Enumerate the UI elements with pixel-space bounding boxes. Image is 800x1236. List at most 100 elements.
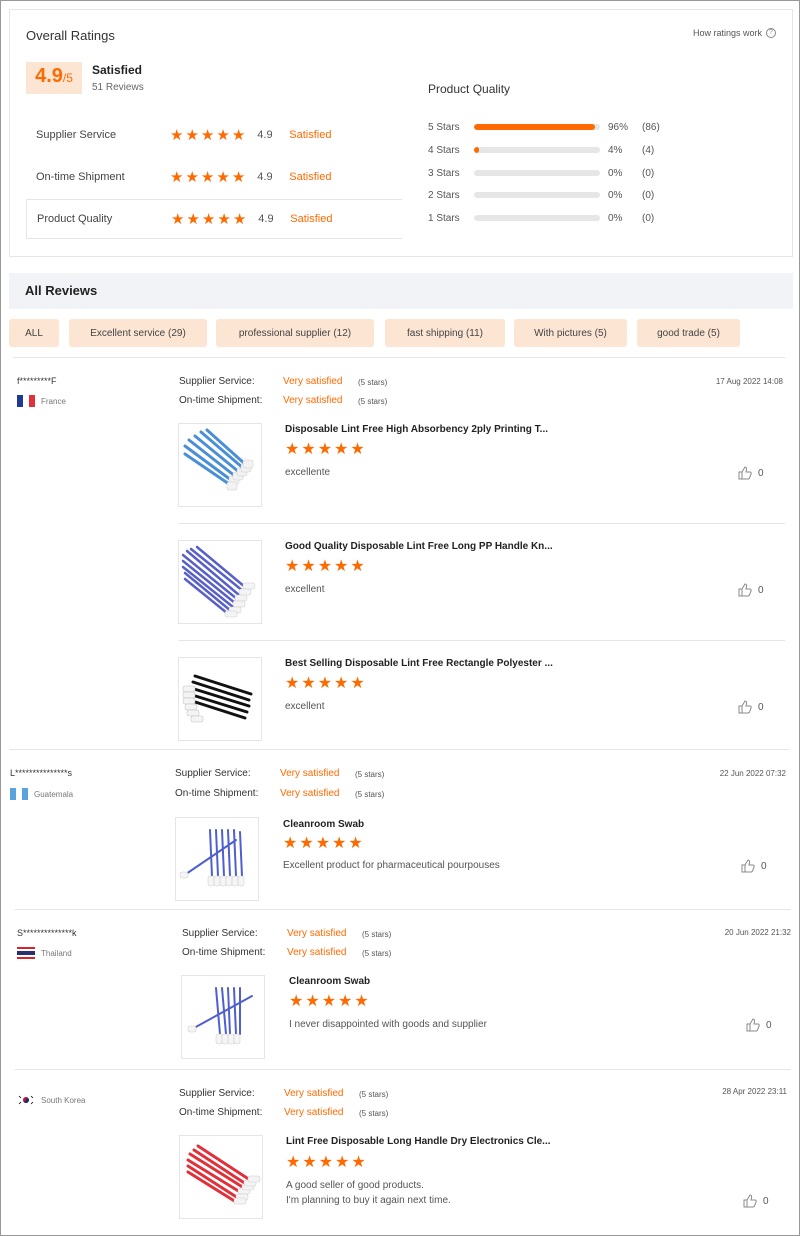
sub-rating-label: Product Quality [37, 213, 113, 225]
filter-chip-excellent-service[interactable]: Excellent service (29) [69, 319, 207, 347]
star-rating: ★ ★ ★ ★ ★ [171, 212, 246, 227]
star-icon: ★ [217, 210, 231, 228]
dist-percent: 0% [608, 167, 623, 179]
star-icon: ★ [334, 675, 349, 692]
overall-label: Satisfied [92, 63, 143, 77]
filter-chip-all[interactable]: ALL [9, 319, 59, 347]
supplier-service-stars: (5 stars) [362, 930, 392, 939]
sub-rating-ontime-shipment[interactable]: On-time Shipment ★ ★ ★ ★ ★ 4.9 Satisfied [26, 157, 402, 197]
product-thumbnail[interactable] [179, 1135, 263, 1219]
thailand-flag-icon [17, 947, 35, 959]
divider [9, 749, 789, 750]
ontime-shipment-value: Very satisfied [283, 395, 343, 406]
question-circle-icon[interactable]: ? [766, 28, 776, 38]
sub-rating-product-quality[interactable]: Product Quality ★ ★ ★ ★ ★ 4.9 Satisfied [26, 199, 402, 239]
review-text: excellent [285, 701, 325, 712]
dist-percent: 0% [608, 189, 623, 201]
supplier-service-label: Supplier Service: [175, 768, 251, 779]
overall-score-badge: 4.9 /5 [26, 62, 82, 94]
thumbs-up-icon[interactable] [738, 700, 752, 714]
country-name: Thailand [41, 948, 72, 958]
distribution-row-1: 1 Stars 0% (0) [428, 211, 654, 225]
review-date: 28 Apr 2022 23:11 [722, 1087, 787, 1096]
thumbs-up-icon[interactable] [738, 583, 752, 597]
star-icon: ★ [285, 558, 300, 575]
reviewer-country: South Korea [17, 1094, 85, 1106]
star-icon: ★ [299, 835, 314, 852]
reviewer-country: Thailand [17, 947, 72, 959]
product-title[interactable]: Good Quality Disposable Lint Free Long P… [285, 541, 553, 552]
divider [13, 357, 785, 358]
divider [179, 640, 785, 641]
swab-image [182, 674, 253, 723]
distribution-row-4: 4 Stars 4% (4) [428, 143, 654, 157]
product-thumbnail[interactable] [175, 817, 259, 901]
product-title[interactable]: Disposable Lint Free High Absorbency 2pl… [285, 424, 548, 435]
product-thumbnail[interactable] [178, 657, 262, 741]
overall-score: 4.9 [35, 65, 63, 87]
ontime-shipment-stars: (5 stars) [358, 397, 388, 406]
dist-label: 2 Stars [428, 189, 460, 201]
thumbs-up-icon[interactable] [743, 1194, 757, 1208]
guatemala-flag-icon [10, 788, 28, 800]
sub-rating-supplier-service[interactable]: Supplier Service ★ ★ ★ ★ ★ 4.9 Satisfied [26, 115, 402, 155]
like-button[interactable]: 0 [738, 466, 764, 480]
star-icon: ★ [185, 126, 199, 144]
like-count: 0 [758, 467, 764, 479]
overall-review-count: 51 Reviews [92, 82, 144, 93]
review-text-line: I'm planning to buy it again next time. [286, 1194, 451, 1206]
supplier-service-label: Supplier Service: [182, 928, 258, 939]
supplier-service-stars: (5 stars) [355, 770, 385, 779]
like-count: 0 [761, 860, 767, 872]
sub-rating-label: On-time Shipment [36, 171, 125, 183]
star-icon: ★ [302, 1154, 317, 1171]
distribution-row-3: 3 Stars 0% (0) [428, 166, 654, 180]
all-reviews-title: All Reviews [25, 283, 98, 298]
product-title[interactable]: Cleanroom Swab [289, 976, 370, 987]
star-icon: ★ [348, 835, 363, 852]
star-icon: ★ [317, 675, 333, 692]
ontime-shipment-value: Very satisfied [284, 1107, 344, 1118]
dist-bar-fill [474, 124, 595, 130]
product-thumbnail[interactable] [181, 975, 265, 1059]
review-date: 22 Jun 2022 07:32 [719, 769, 786, 778]
dist-count: (0) [642, 212, 655, 224]
dist-bar-fill [474, 147, 480, 153]
product-thumbnail[interactable] [178, 540, 262, 624]
filter-chip-good-trade[interactable]: good trade (5) [637, 319, 740, 347]
sub-rating-status: Satisfied [290, 213, 333, 225]
star-icon: ★ [170, 168, 184, 186]
product-thumbnail[interactable] [178, 423, 262, 507]
like-button[interactable]: 0 [741, 859, 767, 873]
filter-chip-fast-shipping[interactable]: fast shipping (11) [385, 319, 505, 347]
dist-bar [474, 215, 600, 221]
dist-label: 3 Stars [428, 167, 460, 179]
like-button[interactable]: 0 [746, 1018, 772, 1032]
star-icon: ★ [301, 558, 316, 575]
supplier-service-value: Very satisfied [280, 768, 340, 779]
review-text-line: A good seller of good products. [286, 1180, 424, 1191]
product-star-rating: ★ ★ ★ ★ ★ [286, 1155, 366, 1171]
product-title[interactable]: Lint Free Disposable Long Handle Dry Ele… [286, 1136, 551, 1147]
reviewer-name: f*********F [17, 376, 57, 386]
how-ratings-work-label[interactable]: How ratings work [693, 28, 762, 38]
review-text: Excellent product for pharmaceutical pou… [283, 860, 500, 871]
supplier-service-value: Very satisfied [287, 928, 347, 939]
filter-chip-professional-supplier[interactable]: professional supplier (12) [216, 319, 374, 347]
filter-chip-with-pictures[interactable]: With pictures (5) [514, 319, 627, 347]
star-icon: ★ [334, 441, 349, 458]
star-icon: ★ [170, 126, 184, 144]
product-title[interactable]: Cleanroom Swab [283, 819, 364, 830]
product-title[interactable]: Best Selling Disposable Lint Free Rectan… [285, 658, 553, 669]
like-button[interactable]: 0 [738, 583, 764, 597]
thumbs-up-icon[interactable] [746, 1018, 760, 1032]
like-button[interactable]: 0 [743, 1194, 769, 1208]
thumbs-up-icon[interactable] [741, 859, 755, 873]
supplier-service-value: Very satisfied [284, 1088, 344, 1099]
like-button[interactable]: 0 [738, 700, 764, 714]
how-ratings-work-link[interactable]: How ratings work ? [693, 28, 776, 38]
france-flag-icon [17, 395, 35, 407]
thumbs-up-icon[interactable] [738, 466, 752, 480]
dist-label: 1 Stars [428, 212, 460, 224]
sub-rating-status: Satisfied [289, 129, 332, 141]
